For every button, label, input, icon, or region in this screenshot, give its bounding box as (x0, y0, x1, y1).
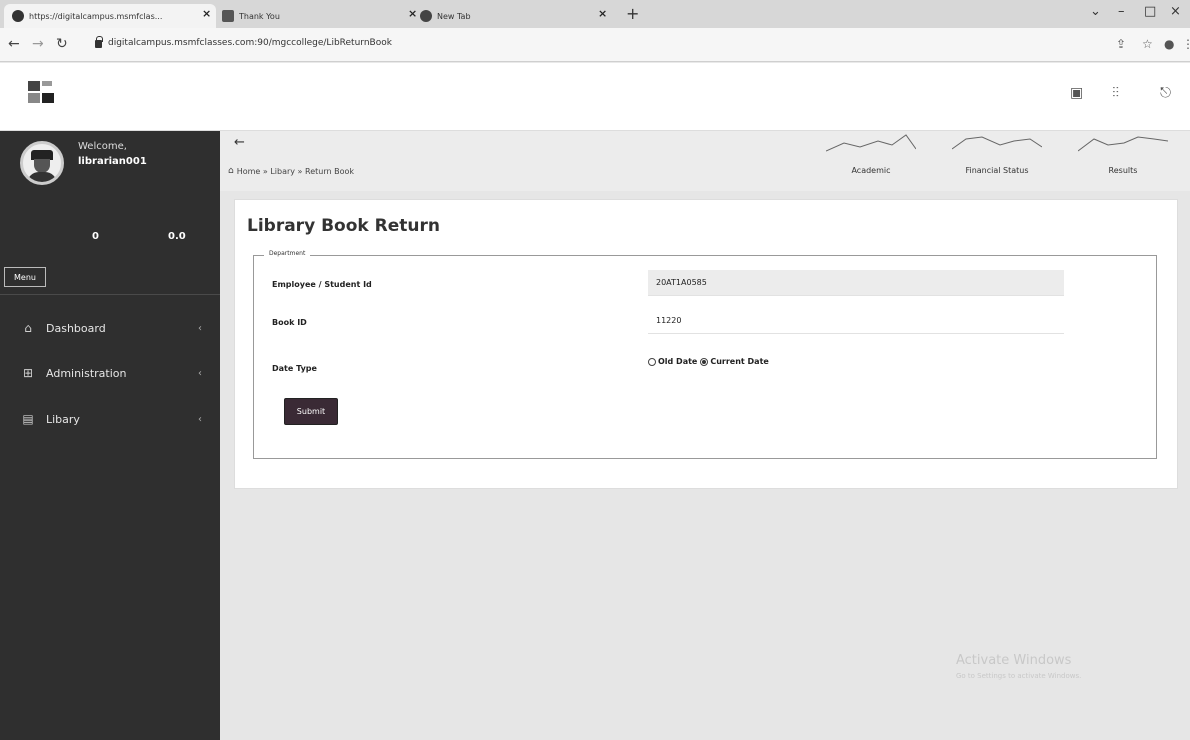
home-icon: ⌂ (24, 321, 32, 335)
tab-title: https://digitalcampus.msmfclas... (29, 11, 163, 21)
back-arrow-icon[interactable]: ← (234, 135, 245, 150)
tab-title: New Tab (437, 11, 471, 21)
radio-label[interactable]: Current Date (710, 357, 768, 366)
trend-line-icon (952, 136, 1042, 150)
sidebar-item-dashboard[interactable]: ⌂ Dashboard ‹ (0, 311, 220, 345)
book-id-label: Book ID (272, 318, 307, 327)
quicklink-label: Results (1108, 166, 1138, 175)
settings-sliders-icon[interactable]: ⫶⫶ (1112, 85, 1119, 101)
browser-tab-active[interactable]: https://digitalcampus.msmfclas... (4, 4, 216, 28)
globe-icon (12, 10, 24, 22)
lock-icon (95, 36, 103, 48)
stat-value: 0 (92, 231, 99, 242)
quicklink-results[interactable]: Results (1068, 131, 1178, 191)
browser-tab-thank-you[interactable]: Thank You (222, 4, 342, 28)
department-fieldset: Department Employee / Student Id Book ID… (253, 250, 1157, 459)
home-icon[interactable]: ⌂ (228, 166, 234, 176)
browser-tab-bar: https://digitalcampus.msmfclas... × Than… (0, 0, 1190, 28)
address-bar: ← → ↻ digitalcampus.msmfclasses.com:90/m… (0, 28, 1190, 62)
close-tab-icon[interactable]: × (408, 7, 417, 20)
avatar (20, 141, 64, 185)
sidebar-item-administration[interactable]: ⊞ Administration ‹ (0, 356, 220, 390)
app-header: ▣ ⫶⫶ ⎋ (0, 63, 1190, 131)
quicklink-academic[interactable]: Academic (816, 131, 926, 191)
tab-title: Thank You (239, 11, 280, 21)
trend-line-icon (1078, 136, 1168, 152)
globe-icon (420, 10, 432, 22)
employee-id-label: Employee / Student Id (272, 280, 372, 289)
chevron-left-icon: ‹ (198, 413, 202, 425)
browser-tab-new-tab[interactable]: New Tab (420, 4, 550, 28)
tab-menu[interactable]: Menu (4, 267, 46, 287)
chevron-left-icon: ‹ (198, 322, 202, 334)
chevron-down-icon[interactable]: ⌄ (1090, 4, 1101, 19)
calendar-icon[interactable]: ▣ (1070, 85, 1083, 101)
windows-activation-watermark: Activate Windows (956, 653, 1072, 668)
back-icon[interactable]: ← (8, 36, 20, 52)
maximize-icon[interactable]: □ (1144, 4, 1156, 19)
radio-label[interactable]: Old Date (658, 357, 697, 366)
sidebar-item-libary[interactable]: ▤ Libary ‹ (0, 402, 220, 436)
more-icon[interactable]: ⋮ (1182, 37, 1190, 51)
welcome-text: Welcome, (78, 141, 127, 152)
quicklink-label: Financial Status (965, 166, 1029, 175)
page-icon (222, 10, 234, 22)
stat-value: 0.0 (168, 231, 186, 242)
url-field[interactable]: digitalcampus.msmfclasses.com:90/mgccoll… (108, 38, 392, 48)
return-book-card: Library Book Return Department Employee … (234, 199, 1178, 489)
reload-icon[interactable]: ↻ (56, 36, 68, 52)
main-content: ← ⌂ Home » Libary » Return Book Academic… (220, 131, 1190, 740)
book-icon: ▤ (22, 412, 34, 426)
close-window-icon[interactable]: × (1170, 4, 1181, 19)
date-type-label: Date Type (272, 364, 317, 373)
windows-activation-hint: Go to Settings to activate Windows. (956, 672, 1082, 680)
trend-line-icon (826, 134, 916, 152)
college-logo[interactable] (28, 81, 72, 115)
close-tab-icon[interactable]: × (202, 7, 211, 20)
logout-icon[interactable]: ⎋ (1160, 85, 1171, 101)
current-date-radio[interactable] (700, 357, 709, 366)
sidebar-divider (0, 294, 220, 295)
sidebar-item-label: Libary (46, 412, 80, 426)
old-date-radio[interactable] (648, 357, 656, 366)
submit-button[interactable]: Submit (284, 398, 338, 425)
sidebar: Welcome, librarian001 0 0.0 Menu ⌂ Dashb… (0, 131, 220, 740)
content-top-strip: ← ⌂ Home » Libary » Return Book Academic… (220, 131, 1190, 191)
employee-id-input[interactable] (648, 270, 1064, 296)
close-tab-icon[interactable]: × (598, 7, 607, 20)
sidebar-item-label: Dashboard (46, 321, 106, 335)
profile-icon[interactable]: ● (1164, 37, 1174, 51)
page-title: Library Book Return (247, 216, 440, 236)
username: librarian001 (78, 156, 147, 167)
grid-icon: ⊞ (22, 366, 34, 380)
star-icon[interactable]: ☆ (1142, 37, 1153, 51)
quicklink-financial-status[interactable]: Financial Status (942, 131, 1052, 191)
share-icon[interactable]: ⇪ (1116, 37, 1126, 51)
book-id-input[interactable] (648, 308, 1064, 334)
breadcrumb-text[interactable]: Home » Libary » Return Book (237, 167, 354, 176)
quicklink-label: Academic (851, 166, 891, 175)
date-type-radio-group: Old Date Current Date (648, 357, 772, 366)
chevron-left-icon: ‹ (198, 367, 202, 379)
minimize-icon[interactable]: – (1118, 4, 1125, 19)
forward-icon[interactable]: → (32, 36, 44, 52)
breadcrumb: ⌂ Home » Libary » Return Book (228, 166, 354, 176)
fieldset-legend: Department (264, 250, 311, 257)
new-tab-icon[interactable]: + (626, 4, 639, 23)
sidebar-item-label: Administration (46, 366, 127, 380)
